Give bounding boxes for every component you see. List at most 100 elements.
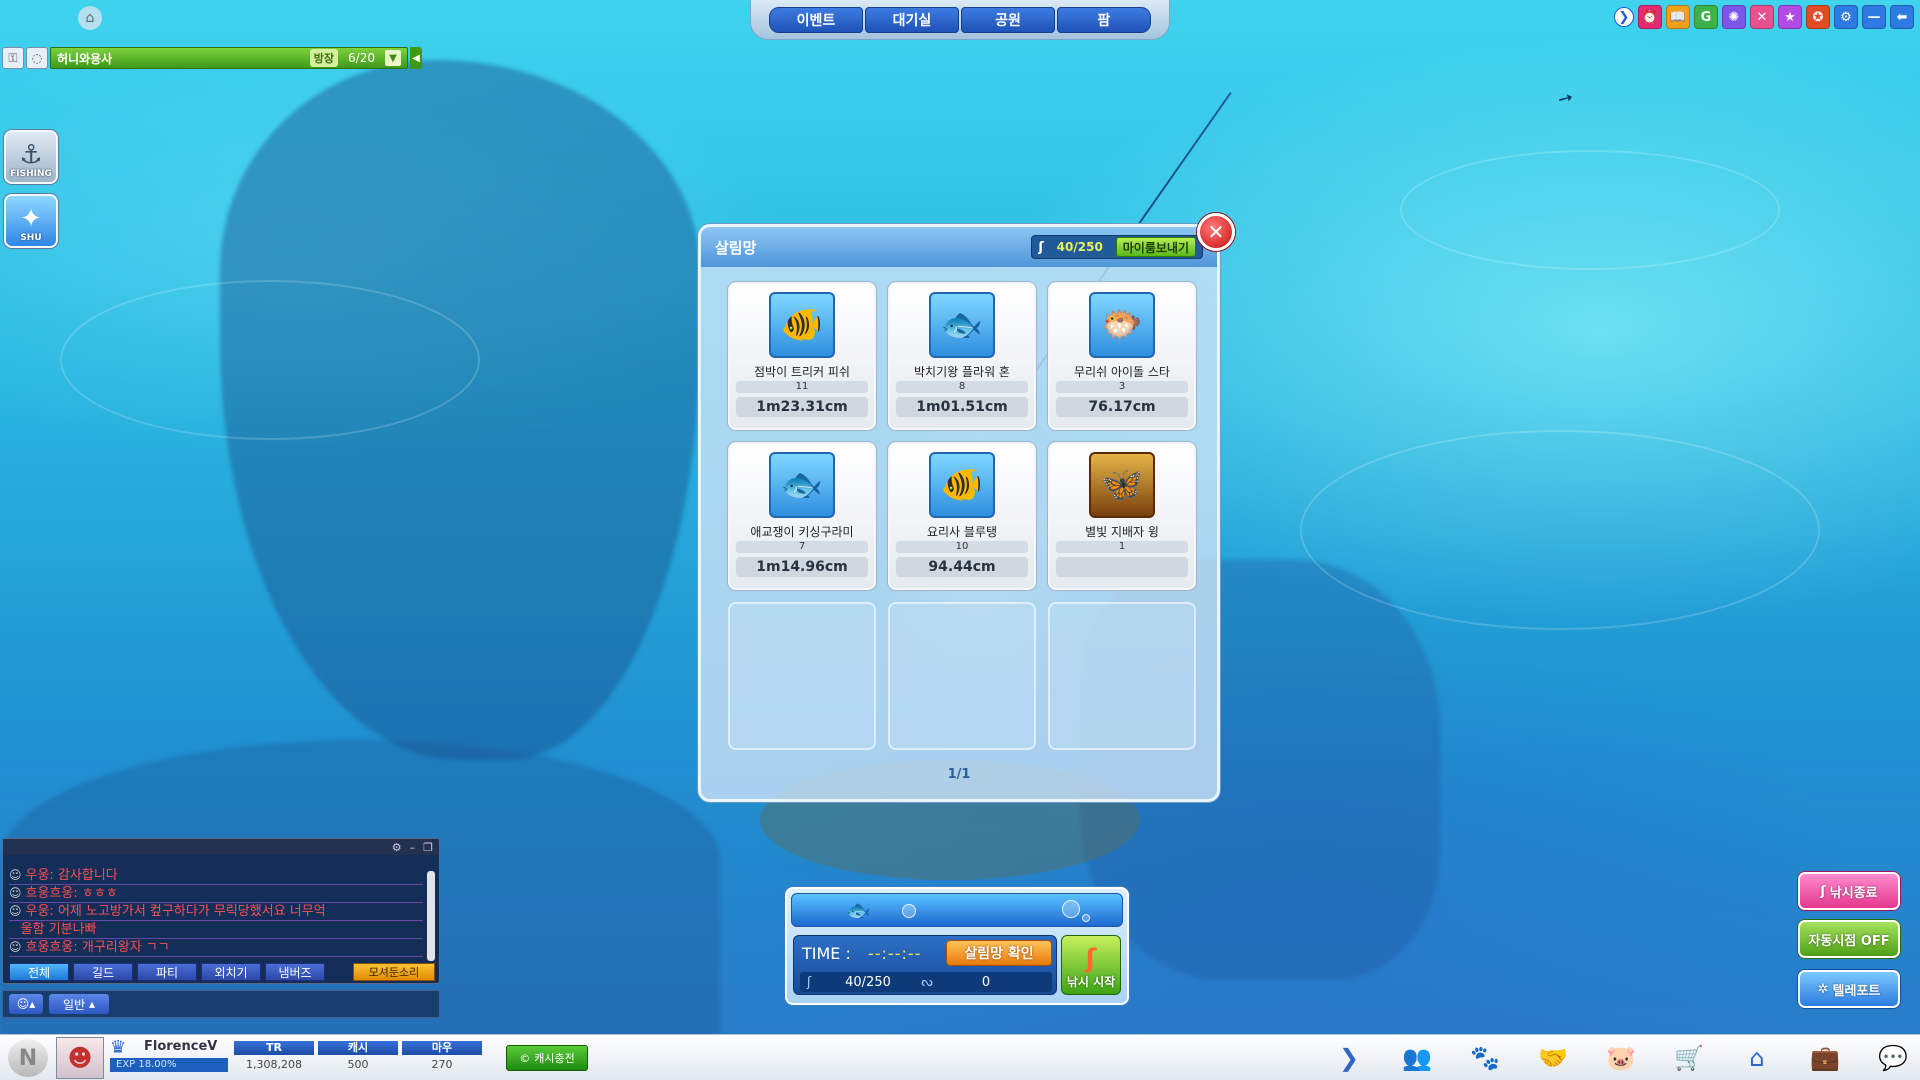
currency-value: 270	[431, 1058, 453, 1071]
speech-bubble-icon[interactable]: ◌	[26, 47, 48, 69]
chat-line: ☺ 우웅: 감사합니다	[9, 867, 423, 885]
lock-icon[interactable]: ⚿	[2, 47, 24, 69]
empty-slot[interactable]	[888, 602, 1036, 750]
empty-slot[interactable]	[1048, 602, 1196, 750]
fish-quantity: 7	[736, 541, 868, 553]
tab-event[interactable]: 이벤트	[769, 6, 863, 33]
chat-scrollbar[interactable]	[427, 871, 435, 961]
fish-slot[interactable]: 🐡 무리쉬 아이돌 스타 3 76.17cm	[1048, 282, 1196, 430]
bottom-status-bar: N ☻ ♛ FlorenceV EXP 18.00% TR 1,308,208 …	[0, 1034, 1920, 1080]
chat-mode-value: 일반	[63, 997, 86, 1012]
story-book-icon[interactable]: 📖	[1666, 5, 1690, 29]
event-star-icon[interactable]: ★	[1778, 5, 1802, 29]
start-fishing-label: 낚시 시작	[1066, 975, 1116, 989]
fish-slot[interactable]: 🐠 요리사 블루탱 10 94.44cm	[888, 442, 1036, 590]
send-to-myroom-button[interactable]: 마이룸보내기	[1115, 237, 1196, 257]
chat-mode-select[interactable]: 일반 ▴	[49, 994, 109, 1014]
alarm-icon[interactable]: ⏰	[1638, 5, 1662, 29]
fish-slot[interactable]: 🐠 점박이 트리커 피쉬 11 1m23.31cm	[728, 282, 876, 430]
gear-icon[interactable]: ⚙	[392, 841, 402, 854]
fish-size: 94.44cm	[896, 557, 1028, 577]
settings-star-icon[interactable]: ✺	[1722, 5, 1746, 29]
fish-slot[interactable]: 🐟 박치기왕 플라워 혼 8 1m01.51cm	[888, 282, 1036, 430]
minimize-icon[interactable]: –	[410, 841, 416, 854]
fishing-rod-icon: ʃ	[1085, 944, 1097, 974]
arrow-right-icon[interactable]: ❯	[1334, 1043, 1364, 1073]
chat-text: 흐웅흐웅: ㅎㅎㅎ	[25, 886, 118, 901]
empty-slot[interactable]	[728, 602, 876, 750]
minimize-icon[interactable]: —	[1862, 5, 1886, 29]
chat-tab-buzz[interactable]: 냄버즈	[265, 963, 325, 981]
fish-quantity: 11	[736, 381, 868, 393]
chat-tab-guild[interactable]: 길드	[73, 963, 133, 981]
paw-icon[interactable]: 🐾	[1470, 1043, 1500, 1073]
tab-farm[interactable]: 팜	[1057, 6, 1151, 33]
cash-charge-button[interactable]: © 캐시충전	[506, 1045, 588, 1071]
chat-tab-shout[interactable]: 외치기	[201, 963, 261, 981]
game-emblem-icon[interactable]: ⌂	[78, 6, 102, 30]
fishing-mode-button[interactable]: ⚓ FISHING	[4, 130, 58, 184]
user-icon: ☺	[9, 886, 22, 900]
chat-line: ☺ 흐웅흐웅: 개구리왕자 ㄱㄱ	[9, 939, 423, 957]
close-icon[interactable]: ✕	[1197, 213, 1235, 251]
g-coin-icon[interactable]: G	[1694, 5, 1718, 29]
currency-tr: TR 1,308,208	[234, 1041, 314, 1071]
arrow-right-icon[interactable]: ❯	[1614, 7, 1634, 27]
water-ripple	[1300, 430, 1820, 630]
emoticon-button[interactable]: ☺▴	[9, 994, 43, 1014]
chat-tab-party[interactable]: 파티	[137, 963, 197, 981]
back-arrow-icon[interactable]: ⬅	[1890, 5, 1914, 29]
chat-tab-all[interactable]: 전체	[9, 963, 69, 981]
chat-bubbles-icon[interactable]: 💬	[1878, 1043, 1908, 1073]
currency-label: 마우	[402, 1041, 482, 1055]
time-label: TIME :	[802, 944, 851, 963]
start-fishing-button[interactable]: ʃ 낚시 시작	[1061, 935, 1121, 995]
home-icon[interactable]: ⌂	[1742, 1043, 1772, 1073]
cash-icon: ©	[519, 1051, 531, 1065]
shu-pet-button[interactable]: ✦ SHU	[4, 194, 58, 248]
handshake-icon[interactable]: 🤝	[1538, 1043, 1568, 1073]
top-icon-bar: ❯ ⏰ 📖 G ✺ ✕ ★ ✪ ⚙ — ⬅	[1614, 5, 1914, 29]
chat-messages: ☺ 우웅: 감사합니다 ☺ 흐웅흐웅: ㅎㅎㅎ ☺ 우웅: 어제 노고방가서 컾구하다가 …	[9, 867, 423, 957]
friends-icon[interactable]: 👥	[1402, 1043, 1432, 1073]
chat-tabs: 전체 길드 파티 외치기 냄버즈	[9, 963, 325, 981]
keep-net-panel: 살림망 ʃ 40/250 마이룸보내기 🐠 점박이 트리커 피쉬 11 1m23.31…	[698, 224, 1220, 802]
book-icon[interactable]: ✪	[1806, 5, 1830, 29]
exp-bar: EXP 18.00%	[110, 1058, 228, 1072]
hook-icon: ʃ	[1820, 883, 1826, 899]
end-fishing-button[interactable]: ʃ 낚시종료	[1798, 872, 1900, 910]
auto-camera-toggle[interactable]: 자동시점 OFF	[1798, 920, 1900, 958]
fish-name: 요리사 블루탱	[926, 525, 998, 539]
chat-text: 울함 기분나빠	[20, 922, 97, 937]
chevron-down-icon[interactable]: ▼	[385, 50, 401, 66]
water-ripple	[1400, 150, 1780, 270]
fishing-timer: TIME : --:--:--	[802, 944, 921, 963]
crossed-tools-icon[interactable]: ✕	[1750, 5, 1774, 29]
chat-text: 우웅: 감사합니다	[25, 868, 118, 883]
player-name: FlorenceV	[144, 1039, 218, 1054]
fish-size: 1m14.96cm	[736, 557, 868, 577]
briefcase-icon[interactable]: 💼	[1810, 1043, 1840, 1073]
room-info: 허니와용사 방장 6/20 ▼	[50, 47, 408, 69]
avatar[interactable]: ☻	[56, 1037, 104, 1079]
game-logo-icon[interactable]: N	[8, 1039, 48, 1077]
maximize-icon[interactable]: ❐	[423, 841, 433, 854]
tab-park[interactable]: 공원	[961, 6, 1055, 33]
piggy-bank-icon[interactable]: 🐷	[1606, 1043, 1636, 1073]
fish-icon: 🐟	[929, 292, 995, 358]
teleport-button[interactable]: ✲ 텔레포트	[1798, 970, 1900, 1008]
fish-slot[interactable]: 🐟 애교쟁이 키싱구라미 7 1m14.96cm	[728, 442, 876, 590]
gear-icon[interactable]: ⚙	[1834, 5, 1858, 29]
fish-slot[interactable]: 🦋 별빛 지배자 윙 1	[1048, 442, 1196, 590]
fishing-counters: ʃ 40/250 ᔓ 0	[800, 972, 1052, 992]
cat-pet-icon: ✦	[20, 204, 42, 234]
saved-messages-button[interactable]: 모셔둔소리	[353, 963, 435, 981]
check-keep-net-button[interactable]: 살림망 확인	[946, 940, 1052, 966]
collapse-arrow-icon[interactable]: ◀	[410, 47, 422, 69]
fish-name: 박치기왕 플라워 혼	[914, 365, 1010, 379]
cart-icon[interactable]: 🛒	[1674, 1043, 1704, 1073]
fish-size: 76.17cm	[1056, 397, 1188, 417]
owner-badge: 방장	[309, 49, 339, 67]
tab-lobby[interactable]: 대기실	[865, 6, 959, 33]
bait-icon: ᔓ	[921, 974, 933, 990]
